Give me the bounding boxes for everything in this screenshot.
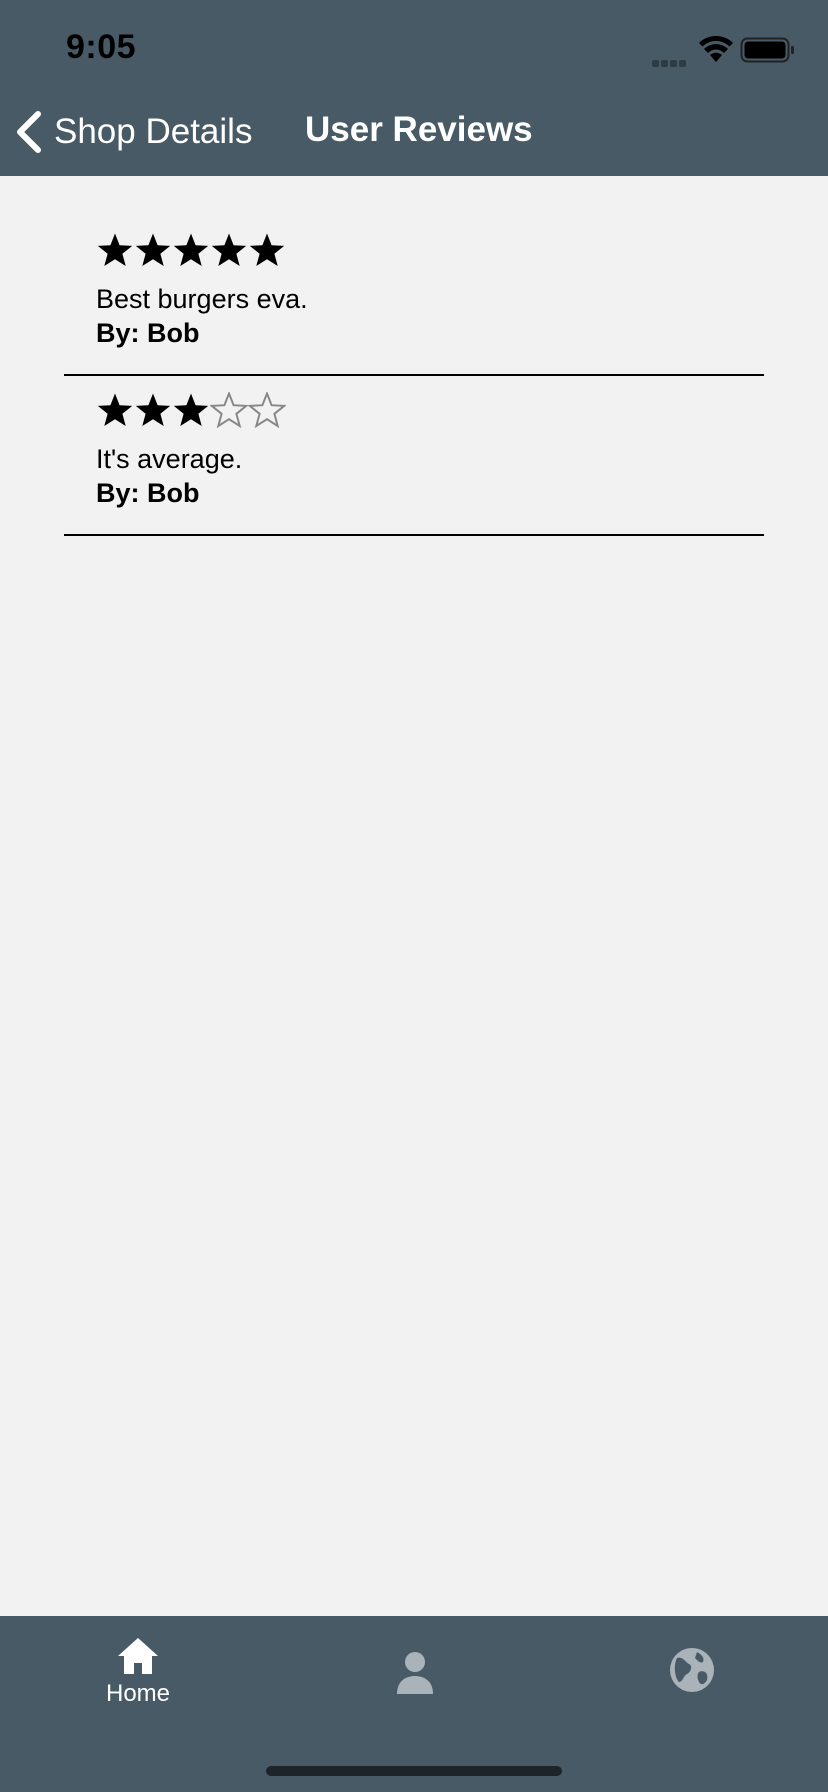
star-empty-icon bbox=[210, 392, 248, 429]
home-indicator bbox=[266, 1766, 562, 1776]
globe-icon bbox=[670, 1648, 714, 1692]
cellular-signal-icon bbox=[652, 54, 692, 67]
chevron-left-icon bbox=[17, 111, 41, 153]
review-text: It's average. bbox=[96, 444, 243, 474]
navigation-header: 9:05 Shop Details User Reviews bbox=[0, 0, 828, 176]
star-filled-icon bbox=[211, 233, 247, 266]
review-item: Best burgers eva. By: Bob bbox=[64, 232, 764, 376]
battery-icon bbox=[740, 37, 794, 63]
tab-home-label: Home bbox=[105, 1680, 171, 1707]
tab-home[interactable]: Home bbox=[78, 1636, 198, 1726]
home-icon bbox=[118, 1638, 158, 1674]
status-bar-time: 9:05 bbox=[66, 28, 137, 66]
reviews-list: Best burgers eva. By: Bob It's average. … bbox=[0, 176, 828, 1616]
review-author: By: Bob bbox=[96, 478, 200, 508]
star-filled-icon bbox=[173, 233, 209, 266]
star-rating bbox=[96, 392, 286, 430]
review-author: By: Bob bbox=[96, 318, 200, 348]
person-icon bbox=[397, 1652, 433, 1694]
back-button-label: Shop Details bbox=[54, 112, 253, 151]
star-filled-icon bbox=[135, 393, 171, 426]
tab-profile[interactable] bbox=[355, 1636, 475, 1726]
review-text: Best burgers eva. bbox=[96, 284, 308, 314]
star-filled-icon bbox=[173, 393, 209, 426]
tab-globe[interactable] bbox=[632, 1636, 752, 1726]
star-empty-icon bbox=[248, 392, 286, 429]
star-filled-icon bbox=[97, 393, 133, 426]
bottom-tab-bar: Home bbox=[0, 1616, 828, 1792]
review-item: It's average. By: Bob bbox=[64, 392, 764, 536]
star-filled-icon bbox=[135, 233, 171, 266]
star-filled-icon bbox=[249, 233, 285, 266]
wifi-icon bbox=[699, 36, 733, 62]
page-title: User Reviews bbox=[305, 110, 533, 149]
star-rating bbox=[96, 232, 286, 270]
back-button[interactable]: Shop Details bbox=[14, 106, 252, 158]
star-filled-icon bbox=[97, 233, 133, 266]
